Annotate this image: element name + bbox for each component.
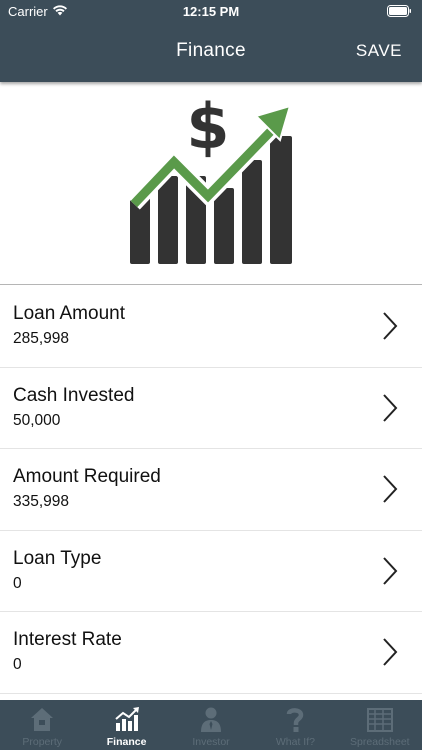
tab-spreadsheet[interactable]: Spreadsheet [338,700,422,750]
status-bar: Carrier 12:15 PM [0,0,422,24]
tab-property[interactable]: Property [0,700,84,750]
item-value: 0 [13,574,22,592]
chevron-right-icon [383,393,398,422]
clock: 12:15 PM [182,4,240,19]
item-title: Loan Type [13,547,102,569]
list-item-interest-rate[interactable]: Interest Rate 0 [0,612,422,694]
house-icon [31,708,54,731]
item-value: 285,998 [13,330,70,347]
item-value: 0 [13,656,22,673]
question-icon [287,708,304,732]
battery-icon [387,5,411,17]
navigation-header: Carrier 12:15 PM Finance SAVE [0,0,422,82]
list-item-loan-amount[interactable]: Loan Amount 285,998 [0,286,422,368]
list-item-amount-required[interactable]: Amount Required 335,998 [0,449,422,531]
tab-investor[interactable]: Investor [169,700,253,750]
tab-label: Spreadsheet [350,736,410,748]
save-button[interactable]: SAVE [356,41,402,61]
spreadsheet-icon [366,708,393,732]
tab-label: What If? [275,736,315,748]
tab-label: Property [22,736,63,748]
tab-bar: Property Finance Investor What If? Sprea… [0,700,422,750]
tab-finance[interactable]: Finance [84,700,168,750]
chevron-right-icon [383,312,398,340]
chevron-right-icon [383,556,398,585]
list-item-loan-type[interactable]: Loan Type 0 [0,530,422,612]
item-value: 335,998 [13,493,70,510]
bar-chart-icon [114,707,139,731]
tab-label: Finance [106,736,147,748]
svg-text:$: $ [186,90,229,163]
tab-label: Investor [192,736,230,748]
tab-what-if[interactable]: What If? [253,700,337,750]
chevron-right-icon [383,475,398,503]
chevron-right-icon [383,638,398,666]
finance-growth-chart-icon: $ [128,90,292,264]
finance-list: Loan Amount 285,998 Cash Invested 50,000… [0,286,422,694]
item-title: Amount Required [13,466,161,487]
list-item-cash-invested[interactable]: Cash Invested 50,000 [0,367,422,449]
person-icon [201,707,222,732]
item-title: Loan Amount [13,303,125,324]
item-title: Interest Rate [13,629,122,650]
logo-area: $ [0,82,422,285]
item-title: Cash Invested [13,384,135,406]
item-value: 50,000 [13,411,61,429]
